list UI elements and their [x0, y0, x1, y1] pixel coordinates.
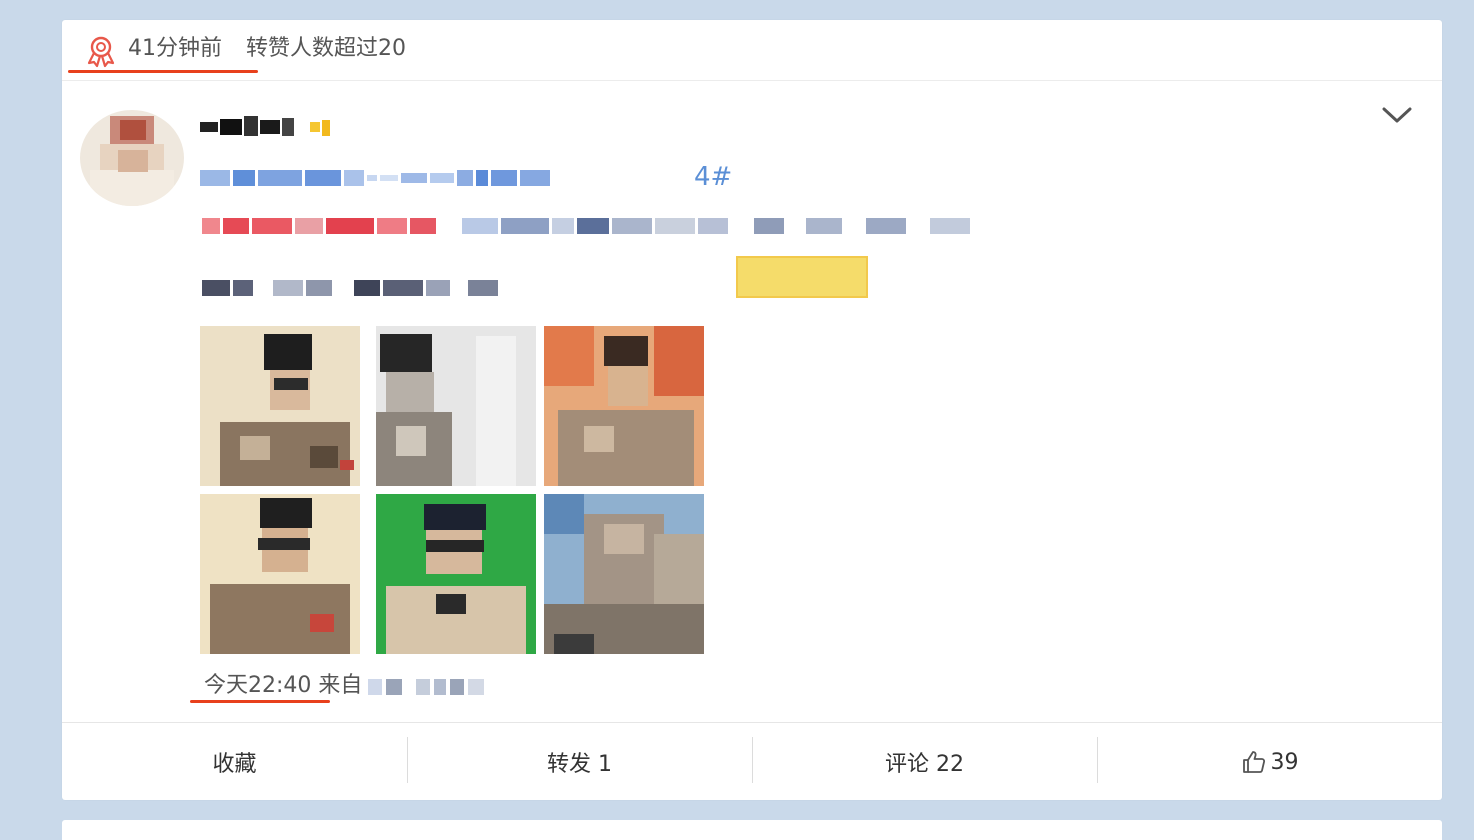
next-feed-card — [62, 820, 1442, 840]
like-button[interactable]: 39 — [1097, 723, 1442, 801]
author-avatar[interactable] — [80, 110, 184, 206]
post-source-label: 来自 — [318, 673, 363, 698]
post-image-3[interactable] — [544, 326, 704, 486]
award-ribbon-icon — [87, 36, 115, 68]
post-topic-link[interactable] — [200, 170, 550, 186]
feed-reason-text: 转赞人数超过20 — [246, 36, 406, 61]
post-image-2[interactable] — [376, 326, 536, 486]
comment-button[interactable]: 评论 22 — [752, 723, 1097, 801]
comment-label: 评论 22 — [885, 752, 964, 777]
annotation-underline-top — [68, 70, 258, 73]
repost-button[interactable]: 转发 1 — [407, 723, 752, 801]
chevron-down-icon[interactable] — [1380, 104, 1414, 126]
thumbs-up-icon — [1242, 751, 1265, 773]
like-count: 39 — [1270, 749, 1299, 775]
post-image-6[interactable] — [544, 494, 704, 654]
post-image-5[interactable] — [376, 494, 536, 654]
post-meta: 今天22:40 来自 — [204, 672, 362, 700]
post-image-4[interactable] — [200, 494, 360, 654]
action-bar: 收藏 转发 1 评论 22 39 — [62, 722, 1442, 801]
post-image-1[interactable] — [200, 326, 360, 486]
post-topic-tail[interactable]: 4# — [694, 162, 732, 192]
annotation-underline-time — [190, 700, 330, 703]
favorite-label: 收藏 — [212, 752, 257, 777]
feed-card: 41分钟前 转赞人数超过20 4# 今天22:40 来自 收藏 转发 1 评论 … — [62, 20, 1442, 800]
feed-reason-bar: 41分钟前 转赞人数超过20 — [62, 20, 1442, 81]
feed-reason-time: 41分钟前 — [128, 36, 222, 61]
post-text-line-1 — [202, 218, 970, 234]
favorite-button[interactable]: 收藏 — [62, 723, 407, 801]
post-text-line-2 — [202, 280, 511, 296]
author-name[interactable] — [200, 116, 330, 138]
post-source-app[interactable] — [368, 679, 484, 695]
post-timestamp[interactable]: 今天22:40 — [204, 673, 311, 698]
emoji-sticker — [736, 256, 868, 298]
repost-label: 转发 1 — [547, 752, 612, 777]
